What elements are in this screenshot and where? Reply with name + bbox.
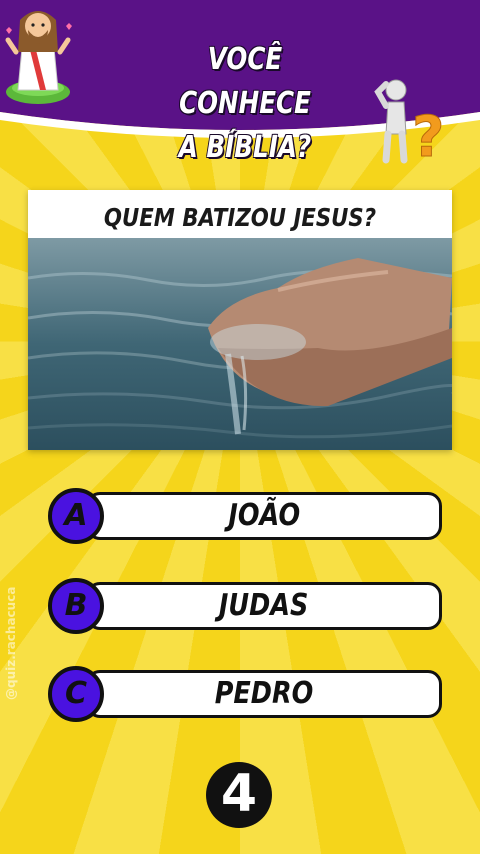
answer-b-button[interactable]: JUDAS <box>86 582 442 630</box>
answer-c-label: PEDRO <box>214 676 314 711</box>
answer-c-letter: C <box>48 666 104 722</box>
jesus-cartoon-icon <box>5 11 72 104</box>
countdown-timer: 4 <box>206 762 272 828</box>
answer-b-letter: B <box>48 578 104 634</box>
answer-option-b[interactable]: JUDAS B <box>48 578 442 634</box>
answer-c-button[interactable]: PEDRO <box>86 670 442 718</box>
question-image <box>28 238 452 450</box>
svg-text:?: ? <box>412 105 444 166</box>
question-card: QUEM BATIZOU JESUS? <box>28 190 452 450</box>
title-line-2: A BÍBLIA? <box>178 130 312 165</box>
answer-option-c[interactable]: PEDRO C <box>48 666 442 722</box>
answer-a-letter: A <box>48 488 104 544</box>
question-text: QUEM BATIZOU JESUS? <box>103 203 377 232</box>
page-title: VOCÊ CONHECE A BÍBLIA? <box>143 38 348 170</box>
watermark-handle: @quiz.rachacuca <box>4 586 18 700</box>
title-line-1: VOCÊ CONHECE <box>179 42 311 121</box>
answer-b-label: JUDAS <box>219 588 309 623</box>
hands-water-image <box>28 238 452 450</box>
thinking-person-icon: ? <box>374 79 445 166</box>
answer-option-a[interactable]: JOÃO A <box>48 488 442 544</box>
answer-a-button[interactable]: JOÃO <box>86 492 442 540</box>
answer-a-label: JOÃO <box>228 498 300 533</box>
